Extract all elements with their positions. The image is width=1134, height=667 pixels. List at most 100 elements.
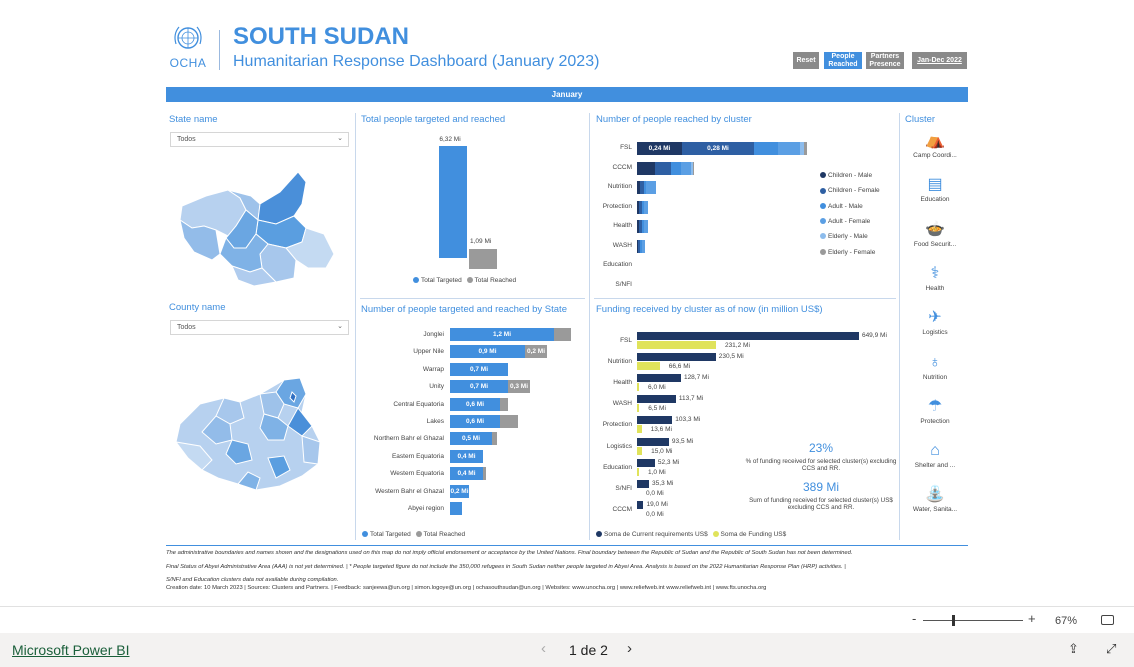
state-reached-bar[interactable] xyxy=(483,467,486,481)
county-map[interactable] xyxy=(172,374,322,498)
funding-received-bar[interactable] xyxy=(637,467,639,476)
funding-requirement-bar[interactable] xyxy=(637,437,669,446)
state-targeted-value: 0,9 Mi xyxy=(478,348,497,356)
funding-received-bar[interactable] xyxy=(637,362,660,371)
cluster-name-label: Health xyxy=(613,222,632,229)
funding-requirement-bar[interactable] xyxy=(637,332,859,340)
nutrition-icon: ♁ xyxy=(929,353,941,371)
cluster-bar-segment[interactable] xyxy=(642,239,645,253)
people-reached-button[interactable]: People Reached xyxy=(824,52,862,69)
funding-requirement-value: 649,9 Mi xyxy=(861,332,887,339)
funding-requirement-bar[interactable] xyxy=(637,395,676,404)
chevron-down-icon: ⌄ xyxy=(337,135,343,142)
separator xyxy=(594,298,896,299)
cluster-slicer-item[interactable]: ☂ Protection xyxy=(904,396,966,425)
funding-received-bar[interactable] xyxy=(637,341,716,349)
funding-received-value: 13,6 Mi xyxy=(650,426,672,434)
reset-button[interactable]: Reset xyxy=(793,52,819,69)
state-reached-bar[interactable] xyxy=(500,397,508,411)
funding-received-bar[interactable] xyxy=(637,404,640,413)
cluster-bar-segment[interactable] xyxy=(655,161,671,175)
fit-page-icon[interactable] xyxy=(1101,615,1114,625)
cluster-bar-segment[interactable] xyxy=(681,161,691,175)
cluster-slicer-item[interactable]: ⌂ Shelter and ... xyxy=(904,440,966,469)
state-name-label: Northern Bahr el Ghazal xyxy=(373,435,444,443)
viewer-footer: Microsoft Power BI ‹ 1 de 2 › ⇪ ⤢ xyxy=(0,633,1134,667)
partners-presence-button[interactable]: Partners Presence xyxy=(866,52,904,69)
funding-received-value: 0,0 Mi xyxy=(646,510,664,518)
zoom-slider-track[interactable] xyxy=(923,620,1023,621)
cluster-bar-segment[interactable] xyxy=(693,161,694,175)
funding-received-bar[interactable] xyxy=(637,425,642,434)
state-name-label: Lakes xyxy=(426,418,444,425)
cluster-bar-segment[interactable] xyxy=(754,142,778,155)
funding-requirement-value: 93,5 Mi xyxy=(671,437,694,445)
state-reached-value: 0,3 Mi xyxy=(509,383,529,391)
state-reached-bar[interactable] xyxy=(554,328,571,341)
cluster-bar-segment[interactable] xyxy=(644,200,648,214)
chevron-down-icon: ⌄ xyxy=(337,323,343,330)
funding-requirement-value: 103,3 Mi xyxy=(675,416,701,424)
legend-targeted: Total Targeted xyxy=(421,277,462,284)
funding-requirement-bar[interactable] xyxy=(637,458,655,467)
next-page-icon[interactable]: › xyxy=(627,640,632,657)
period-button[interactable]: Jan-Dec 2022 xyxy=(912,52,967,69)
state-targeted-bar[interactable] xyxy=(450,502,462,515)
legend-label: Adult - Female xyxy=(828,217,871,225)
cluster-slicer-item[interactable]: ⚕ Health xyxy=(904,263,966,292)
funding-received-bar[interactable] xyxy=(637,446,643,455)
cluster-slicer-item[interactable]: ▤ Education xyxy=(904,174,966,203)
cluster-slicer-item[interactable]: 🍲 Food Securit... xyxy=(904,219,966,248)
cluster-bar-segment[interactable] xyxy=(646,181,656,194)
cluster-legend-item: Adult - Male xyxy=(820,203,863,210)
state-targeted-value: 0,7 Mi xyxy=(469,383,489,391)
book-icon: ▤ xyxy=(927,176,943,194)
legend-dot xyxy=(413,277,419,284)
state-reached-bar[interactable] xyxy=(492,432,497,446)
funding-requirement-bar[interactable] xyxy=(637,500,644,509)
zoom-in-button[interactable]: + xyxy=(1028,611,1036,626)
cluster-bar-segment[interactable] xyxy=(778,142,800,155)
cluster-slicer-item[interactable]: ⛺ Camp Coordi... xyxy=(904,130,966,159)
state-targeted-value: 0,5 Mi xyxy=(461,435,481,443)
cluster-slicer-label: Nutrition xyxy=(922,373,948,381)
cluster-slicer-item[interactable]: ✈ Logistics xyxy=(904,307,966,336)
cluster-bar-segment[interactable] xyxy=(644,220,648,233)
funding-requirement-bar[interactable] xyxy=(637,374,681,383)
funding-requirement-bar[interactable] xyxy=(637,353,716,362)
funding-requirement-bar[interactable] xyxy=(637,479,650,488)
state-targeted-value: 0,4 Mi xyxy=(457,452,476,460)
funding-requirement-bar[interactable] xyxy=(637,416,673,425)
legend-dot xyxy=(596,531,602,538)
state-targeted-value: 0,6 Mi xyxy=(465,400,485,408)
state-map[interactable] xyxy=(176,168,336,288)
cluster-bar-segment[interactable] xyxy=(804,142,807,155)
funding-received-bar[interactable] xyxy=(637,383,640,392)
legend-label: Children - Female xyxy=(828,187,880,195)
total-reached-bar[interactable] xyxy=(469,249,497,269)
legend-requirements: Soma de Current requirements US$ xyxy=(604,531,708,538)
cluster-name-label: CCCM xyxy=(612,163,633,171)
zoom-slider-thumb[interactable] xyxy=(952,615,955,626)
credits-line: Creation date: 10 March 2023 | Sources: … xyxy=(166,585,767,591)
state-reached-bar[interactable] xyxy=(500,415,518,428)
power-bi-link[interactable]: Microsoft Power BI xyxy=(12,642,129,658)
fullscreen-icon[interactable]: ⤢ xyxy=(1106,641,1116,657)
state-name-label: Western Equatoria xyxy=(390,470,444,478)
cluster-slicer-item[interactable]: ♁ Nutrition xyxy=(904,352,966,381)
total-targeted-bar[interactable] xyxy=(439,146,467,258)
funding-cluster-label: Education xyxy=(603,463,632,471)
food-icon: 🍲 xyxy=(925,220,945,238)
state-dropdown[interactable]: Todos ⌄ xyxy=(170,132,349,147)
zoom-out-button[interactable]: - xyxy=(912,611,916,626)
cluster-slicer-item[interactable]: ⛲ Water, Sanita... xyxy=(904,484,966,513)
cluster-bar-segment[interactable] xyxy=(637,161,655,175)
prev-page-icon[interactable]: ‹ xyxy=(541,640,546,657)
county-dropdown[interactable]: Todos ⌄ xyxy=(170,320,349,335)
funding-requirement-value: 113,7 Mi xyxy=(678,395,704,403)
share-icon[interactable]: ⇪ xyxy=(1068,641,1079,657)
cluster-bar-segment[interactable] xyxy=(671,161,681,175)
cluster-legend-item: Adult - Female xyxy=(820,218,870,225)
legend-dot xyxy=(820,202,826,209)
funding-received-value: 15,0 Mi xyxy=(651,447,673,455)
